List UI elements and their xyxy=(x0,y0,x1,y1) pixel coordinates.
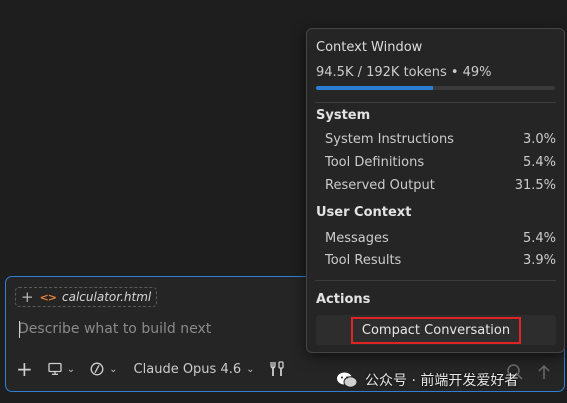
row-messages: Messages 5.4% xyxy=(325,231,556,246)
row-value: 31.5% xyxy=(514,178,556,193)
context-window-popup: Context Window 94.5K / 192K tokens • 49%… xyxy=(306,28,565,353)
section-heading-user-context: User Context xyxy=(316,205,412,220)
compact-conversation-button[interactable]: Compact Conversation xyxy=(316,315,556,345)
add-context-icon[interactable]: + xyxy=(21,289,34,305)
watermark-text: 公众号 · 前端开发爱好者 xyxy=(365,373,519,389)
model-label: Claude Opus 4.6 xyxy=(133,361,242,377)
section-heading-actions: Actions xyxy=(316,292,371,307)
row-label: System Instructions xyxy=(325,132,454,147)
section-heading-system: System xyxy=(316,108,371,123)
mode-selector[interactable]: ⌄ xyxy=(89,361,118,377)
divider xyxy=(315,280,556,281)
monitor-icon xyxy=(48,362,62,375)
row-system-instructions: System Instructions 3.0% xyxy=(325,132,556,147)
slash-circle-icon xyxy=(90,362,104,376)
tools-icon xyxy=(269,361,284,376)
row-value: 5.4% xyxy=(522,231,556,246)
row-tool-results: Tool Results 3.9% xyxy=(325,253,556,268)
watermark: 公众号 · 前端开发爱好者 xyxy=(336,370,518,390)
popup-title: Context Window xyxy=(316,40,423,55)
file-chip[interactable]: + <> calculator.html xyxy=(15,287,158,307)
usage-progress-bar xyxy=(316,86,555,90)
chevron-down-icon: ⌄ xyxy=(109,363,118,375)
row-value: 5.4% xyxy=(522,155,556,170)
plus-icon[interactable]: + xyxy=(16,359,33,379)
tools-button[interactable] xyxy=(269,360,285,378)
row-value: 3.9% xyxy=(522,253,556,268)
device-selector[interactable]: ⌄ xyxy=(47,362,75,376)
input-toolbar: + ⌄ ⌄ Claude Opus 4.6 ⌄ xyxy=(16,358,285,380)
text-caret xyxy=(19,321,20,338)
chevron-down-icon: ⌄ xyxy=(246,363,255,375)
code-file-icon: <> xyxy=(39,290,57,304)
row-reserved-output: Reserved Output 31.5% xyxy=(325,178,556,193)
row-label: Messages xyxy=(325,231,389,246)
row-value: 3.0% xyxy=(522,132,556,147)
compact-conversation-label: Compact Conversation xyxy=(350,316,522,344)
row-label: Reserved Output xyxy=(325,178,435,193)
token-usage: 94.5K / 192K tokens • 49% xyxy=(316,65,492,80)
usage-progress-fill xyxy=(316,86,434,90)
row-label: Tool Definitions xyxy=(325,155,425,170)
row-tool-definitions: Tool Definitions 5.4% xyxy=(325,155,556,170)
wechat-icon xyxy=(337,372,358,388)
model-selector[interactable]: Claude Opus 4.6 ⌄ xyxy=(134,362,255,377)
divider xyxy=(315,102,556,103)
arrow-up-icon[interactable] xyxy=(536,363,552,381)
row-label: Tool Results xyxy=(325,253,402,268)
chevron-down-icon: ⌄ xyxy=(66,363,76,375)
file-chip-name: calculator.html xyxy=(62,290,152,304)
